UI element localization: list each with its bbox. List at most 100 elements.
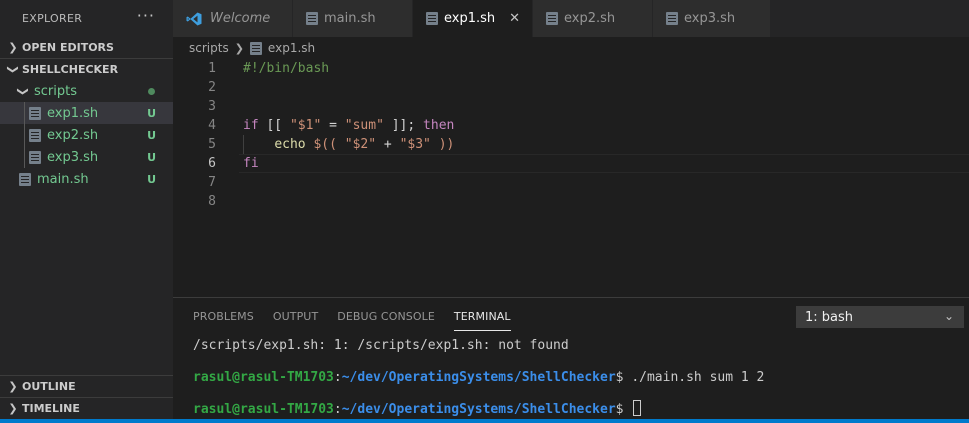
string: "$3" — [399, 137, 431, 152]
file-icon — [29, 128, 41, 142]
code-line: 3 — [173, 97, 969, 116]
operator: ]]; — [383, 118, 424, 133]
prompt-symbol: $ — [615, 370, 632, 385]
folder-label: scripts — [34, 83, 77, 99]
keyword: then — [423, 118, 455, 133]
file-exp3[interactable]: exp3.sh U — [0, 146, 173, 168]
line-number: 3 — [208, 99, 216, 114]
tab-problems[interactable]: PROBLEMS — [193, 298, 254, 333]
file-label: exp1.sh — [47, 105, 99, 121]
editor-tab-bar: Welcome main.sh exp1.sh ✕ exp2.sh exp3.s… — [173, 0, 969, 37]
code-text: #!/bin/bash — [243, 61, 330, 76]
file-icon — [426, 12, 438, 25]
open-editors-section[interactable]: ❯ OPEN EDITORS — [0, 36, 173, 58]
substitution: )) — [438, 137, 455, 152]
terminal-cursor — [633, 400, 642, 416]
operator — [337, 137, 345, 152]
terminal-spacer — [193, 356, 764, 368]
chevron-right-icon: ❯ — [8, 380, 18, 393]
terminal-select-value: 1: bash — [805, 309, 854, 325]
prompt-colon: : — [333, 402, 342, 417]
chevron-right-icon: ❯ — [8, 402, 18, 415]
prompt-path: ~/dev/OperatingSystems/ShellChecker — [341, 370, 616, 385]
tab-debug-console[interactable]: DEBUG CONSOLE — [337, 298, 435, 333]
terminal-spacer — [193, 388, 764, 400]
file-exp2[interactable]: exp2.sh U — [0, 124, 173, 146]
chevron-right-icon: ❯ — [8, 40, 18, 54]
tab-output[interactable]: OUTPUT — [273, 298, 318, 333]
code-line: 1 #!/bin/bash — [173, 59, 969, 78]
untracked-badge: U — [147, 106, 156, 120]
operator: = — [321, 118, 345, 133]
code-text: if [[ "$1" = "sum" ]]; then — [243, 116, 454, 135]
explorer-title: EXPLORER — [22, 11, 83, 25]
timeline-label: TIMELINE — [22, 402, 80, 415]
tab-exp2[interactable]: exp2.sh — [533, 0, 653, 37]
code-line: 5 echo $(( "$2" + "$3" )) — [173, 135, 969, 154]
builtin: echo — [274, 137, 306, 152]
timeline-section[interactable]: ❯ TIMELINE — [0, 397, 173, 419]
code-line: 8 — [173, 192, 969, 211]
close-icon[interactable]: ✕ — [509, 11, 520, 26]
line-number: 2 — [208, 80, 216, 95]
terminal-output[interactable]: /scripts/exp1.sh: 1: /scripts/exp1.sh: n… — [193, 336, 764, 420]
vscode-icon — [186, 12, 202, 26]
project-label: SHELLCHECKER — [22, 63, 119, 76]
tab-label: exp3.sh — [684, 11, 736, 26]
status-bar — [0, 419, 969, 423]
tab-welcome[interactable]: Welcome — [173, 0, 293, 37]
terminal-command: ./main.sh sum 1 2 — [631, 370, 765, 385]
tab-label: Welcome — [210, 11, 271, 26]
untracked-badge: U — [147, 150, 156, 164]
code-editor[interactable]: 1 #!/bin/bash 2 3 4 if [[ "$1" = "sum" ]… — [173, 59, 969, 297]
tab-label: exp2.sh — [564, 11, 616, 26]
tab-terminal[interactable]: TERMINAL — [453, 298, 511, 333]
terminal-select[interactable]: 1: bash ⌄ — [796, 306, 964, 328]
file-label: main.sh — [37, 171, 89, 187]
chevron-right-icon: ❯ — [234, 41, 244, 55]
file-icon — [29, 106, 41, 120]
outline-section[interactable]: ❯ OUTLINE — [0, 375, 173, 397]
file-label: exp3.sh — [47, 149, 99, 165]
prompt-symbol: $ — [615, 402, 632, 417]
breadcrumb-folder[interactable]: scripts — [189, 41, 229, 55]
line-number: 6 — [208, 156, 216, 171]
file-label: exp2.sh — [47, 127, 99, 143]
modified-dot-icon — [148, 87, 155, 95]
code-line: 7 — [173, 173, 969, 192]
tab-main[interactable]: main.sh — [293, 0, 413, 37]
file-main[interactable]: main.sh U — [0, 168, 173, 190]
tab-label: main.sh — [324, 11, 376, 26]
tab-label: exp1.sh — [444, 11, 496, 26]
current-line-highlight — [239, 154, 969, 173]
line-number: 4 — [208, 118, 216, 133]
explorer-header: EXPLORER ··· — [0, 0, 173, 36]
operator — [431, 137, 439, 152]
code-line: 2 — [173, 78, 969, 97]
indent-guide — [24, 146, 25, 168]
prompt-colon: : — [333, 370, 342, 385]
code-text: fi — [243, 156, 259, 171]
file-icon — [249, 41, 262, 55]
code-line: 4 if [[ "$1" = "sum" ]]; then — [173, 116, 969, 135]
indent-guide — [24, 102, 25, 124]
keyword: if — [243, 118, 259, 133]
tab-exp3[interactable]: exp3.sh — [653, 0, 771, 37]
breadcrumb-file[interactable]: exp1.sh — [268, 41, 315, 55]
file-icon — [666, 12, 678, 25]
code-text: echo $(( "$2" + "$3" )) — [243, 135, 454, 154]
indent-guide — [24, 124, 25, 146]
terminal-line: /scripts/exp1.sh: 1: /scripts/exp1.sh: n… — [193, 338, 569, 353]
project-section[interactable]: ❯ SHELLCHECKER — [0, 58, 173, 80]
string: "$1" — [289, 118, 322, 133]
folder-scripts[interactable]: ❯ scripts — [0, 80, 173, 102]
file-exp1[interactable]: exp1.sh U — [0, 102, 173, 124]
line-number: 8 — [208, 194, 216, 209]
more-actions-icon[interactable]: ··· — [137, 6, 155, 25]
terminal-line: rasul@rasul-TM1703:~/dev/OperatingSystem… — [193, 400, 764, 420]
operator: [[ — [258, 118, 290, 133]
tab-exp1[interactable]: exp1.sh ✕ — [413, 0, 533, 37]
file-icon — [546, 12, 558, 25]
string: "sum" — [344, 118, 384, 133]
